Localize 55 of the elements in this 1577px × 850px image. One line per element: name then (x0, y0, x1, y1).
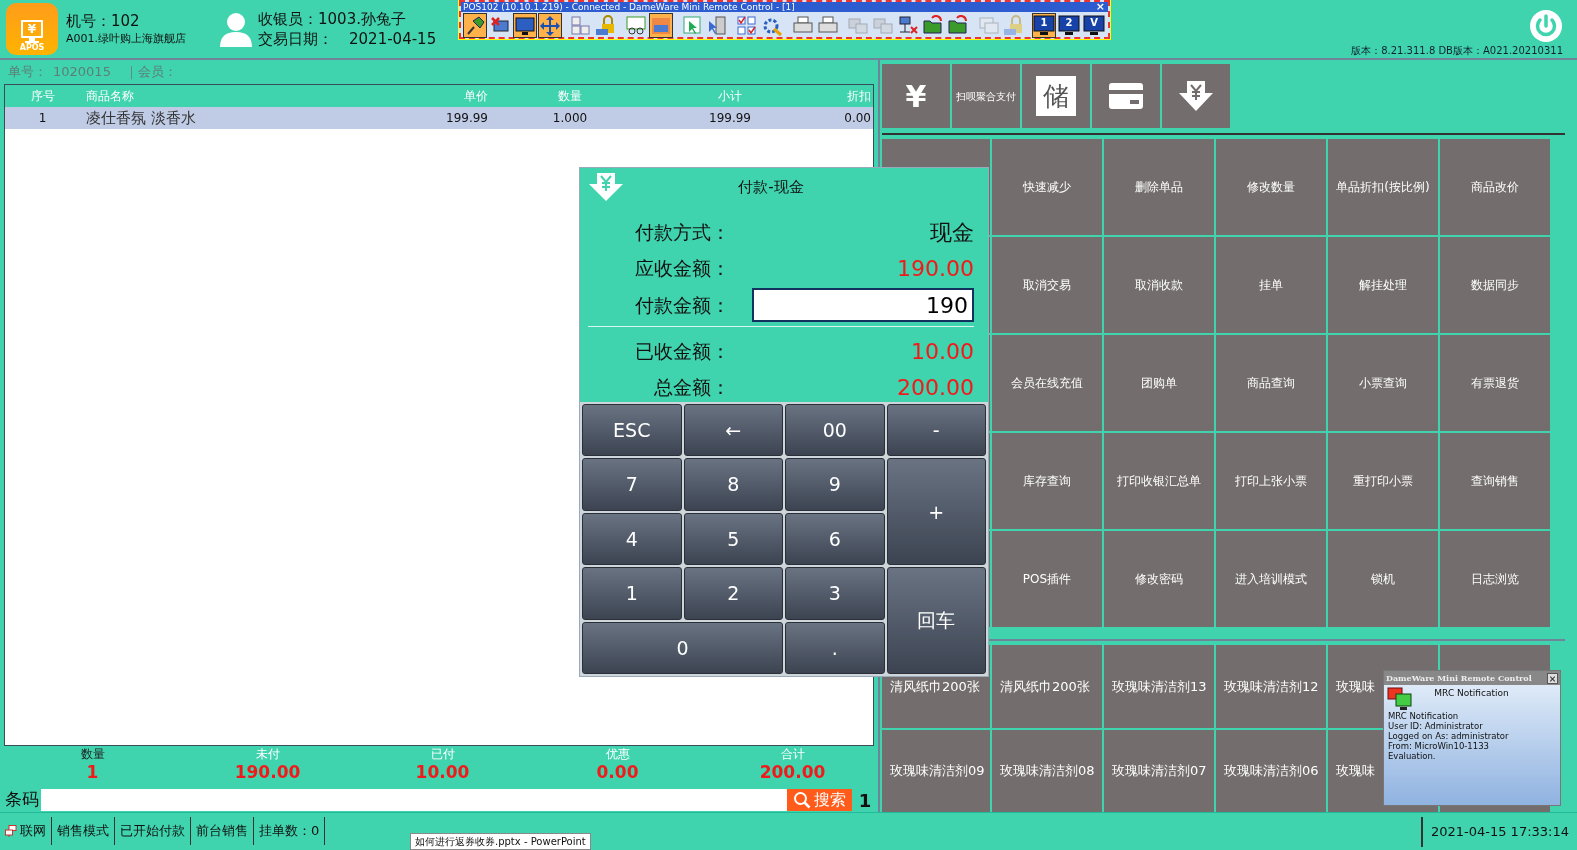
total-value: 200.00 (758, 762, 827, 782)
status-datetime: 2021-04-15 17:33:14 (1420, 817, 1577, 847)
machine-number: 机号：102 (66, 11, 141, 31)
notification-text: Evaluation. (1387, 751, 1437, 761)
date-label: 交易日期： (258, 29, 333, 49)
total-label: 优惠 (604, 746, 631, 762)
total-value: 10.00 (414, 762, 471, 782)
taskbar-tooltip: 如何进行返券收券.pptx - PowerPoint (410, 833, 591, 850)
popup-heading: MRC Notification (1433, 687, 1510, 700)
status-text: 已开始付款 (120, 822, 185, 841)
status-text: 前台销售 (196, 822, 248, 841)
total-label: 已付 (429, 746, 456, 762)
amount-value: 200.00 (896, 374, 974, 402)
quantity-count: 1 (857, 788, 873, 813)
column-header: 商品名称 (85, 88, 135, 105)
field-label: 付款金额： (634, 292, 730, 318)
column-header: 小计 (717, 88, 743, 105)
field-value: 现金 (929, 219, 974, 247)
status-text: 联网 (20, 822, 46, 841)
total-value: 1 (85, 762, 100, 782)
notification-text: Logged on As: administrator (1387, 731, 1510, 741)
column-header: 单价 (463, 88, 489, 105)
trade-date: 2021-04-15 (349, 29, 437, 49)
status-text: 销售模式 (57, 822, 109, 841)
logo-symbol: ¥ (20, 20, 44, 38)
notification-text: From: MicroWin10-1133 (1387, 741, 1490, 751)
notification-text: User ID: Administrator (1387, 721, 1484, 731)
member-label: ｜会员： (124, 63, 177, 82)
total-value: 190.00 (233, 762, 302, 782)
cashier-label: 收银员：1003.孙兔子 (258, 9, 407, 29)
stored-value-tile: 储 (1036, 76, 1076, 116)
toolbar-title: POS102 (10.10.1.219) - Connected - DameWare Mini Remote Control - [1] (463, 2, 795, 12)
column-header: 序号 (29, 88, 56, 105)
amount-value: 10.00 (910, 338, 974, 366)
amount-value: 190.00 (896, 255, 974, 283)
dialog-title: 付款-现金 (737, 176, 805, 198)
status-text: 挂单数：0 (259, 822, 320, 841)
column-header: 折扣 (846, 88, 872, 105)
version-text: 版本：8.21.311.8 DB版本：A021.20210311 (1351, 43, 1563, 58)
total-label: 数量 (79, 746, 106, 762)
popup-title: DameWare Mini Remote Control (1386, 672, 1532, 684)
logo-text: APOS (19, 44, 45, 52)
column-header: 数量 (557, 88, 583, 105)
store-name: A001.绿叶购上海旗舰店 (66, 31, 188, 47)
order-number-label: 单号： (8, 63, 47, 82)
total-label: 未付 (254, 746, 281, 762)
barcode-label: 条码 (5, 788, 40, 812)
total-value: 0.00 (595, 762, 640, 782)
field-label: 付款方式： (634, 220, 730, 246)
total-label: 合计 (779, 746, 806, 762)
notification-text: MRC Notification (1387, 711, 1460, 721)
field-label: 总金额： (653, 375, 730, 401)
field-label: 已收金额： (634, 339, 730, 365)
field-label: 应收金额： (634, 256, 730, 282)
order-number: 1020015 (53, 63, 111, 82)
